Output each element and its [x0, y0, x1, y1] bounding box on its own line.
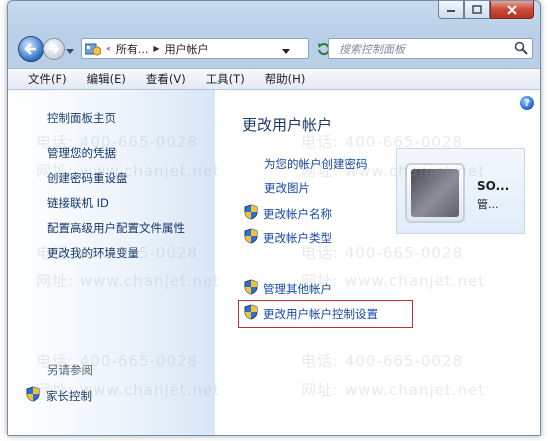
menu-edit[interactable]: 编辑(E) [87, 71, 126, 87]
manage-other-accounts-link[interactable]: 管理其他帐户 [244, 279, 332, 298]
caption-buttons [438, 1, 534, 21]
environment-variables-link[interactable]: 更改我的环境变量 [47, 245, 139, 261]
shield-icon [244, 204, 258, 223]
help-icon[interactable]: ? [520, 96, 534, 110]
change-picture-label: 更改图片 [264, 181, 310, 195]
navigation-bar: « 所有... ▶ 用户帐户 搜索控制面板 [8, 33, 540, 65]
close-icon [507, 4, 517, 15]
change-picture-link[interactable]: 更改图片 [264, 180, 310, 196]
back-button[interactable] [18, 36, 44, 62]
explorer-window: « 所有... ▶ 用户帐户 搜索控制面板 文件(F) 编辑(E) 查看(V) … [7, 0, 541, 436]
forward-button[interactable] [43, 38, 65, 60]
forward-arrow-icon [49, 44, 60, 54]
create-password-link[interactable]: 为您的帐户创建密码 [264, 156, 368, 172]
search-box[interactable]: 搜索控制面板 [328, 38, 533, 59]
content-area: 控制面板主页 管理您的凭据 创建密码重设盘 链接联机 ID 配置高级用户配置文件… [8, 90, 540, 435]
maximize-icon [472, 5, 482, 14]
avatar [405, 163, 465, 223]
address-bar[interactable]: « 所有... ▶ 用户帐户 [81, 38, 309, 59]
close-button[interactable] [490, 1, 534, 19]
change-account-name-label: 更改帐户名称 [263, 206, 332, 221]
create-reset-disk-link[interactable]: 创建密码重设盘 [47, 170, 128, 186]
recent-pages-dropdown[interactable] [66, 44, 74, 58]
menu-file[interactable]: 文件(F) [28, 71, 67, 87]
change-account-type-link[interactable]: 更改帐户类型 [244, 228, 332, 247]
shield-icon [26, 386, 40, 405]
change-account-type-label: 更改帐户类型 [263, 230, 332, 245]
create-password-label: 为您的帐户创建密码 [264, 157, 368, 171]
search-placeholder: 搜索控制面板 [339, 42, 405, 56]
control-panel-home-link[interactable]: 控制面板主页 [47, 110, 116, 126]
uac-settings-link[interactable]: 更改用户帐户控制设置 [244, 304, 378, 323]
shield-icon [244, 279, 258, 298]
menu-tools[interactable]: 工具(T) [206, 71, 245, 87]
manage-credentials-link[interactable]: 管理您的凭据 [47, 145, 116, 161]
user-name: SO... [477, 179, 510, 193]
minimize-button[interactable] [438, 1, 464, 19]
manage-other-accounts-label: 管理其他帐户 [263, 281, 332, 296]
minimize-icon [447, 9, 455, 12]
shield-icon [244, 228, 258, 247]
task-pane: 控制面板主页 管理您的凭据 创建密码重设盘 链接联机 ID 配置高级用户配置文件… [8, 90, 215, 435]
title-bar [8, 1, 540, 31]
address-dropdown[interactable] [282, 45, 290, 58]
watermark-site: 网址: www.chanjet.net [301, 381, 486, 399]
address-separator-icon: ▶ [153, 44, 160, 53]
maximize-button[interactable] [464, 1, 490, 19]
chevron-down-icon [282, 49, 290, 54]
parental-controls-link[interactable]: 家长控制 [26, 386, 92, 405]
address-overflow[interactable]: « [106, 44, 111, 53]
address-segment-user-accounts[interactable]: 用户帐户 [165, 41, 209, 57]
change-account-name-link[interactable]: 更改帐户名称 [244, 204, 332, 223]
parental-controls-label: 家长控制 [46, 388, 92, 403]
control-panel-icon [85, 43, 101, 55]
see-also-heading: 另请参阅 [47, 363, 93, 377]
menu-view[interactable]: 查看(V) [146, 71, 186, 87]
menu-help[interactable]: 帮助(H) [265, 71, 306, 87]
link-online-id-link[interactable]: 链接联机 ID [47, 195, 109, 211]
back-arrow-icon [24, 43, 36, 55]
chevron-down-icon [66, 49, 74, 54]
menu-bar: 文件(F) 编辑(E) 查看(V) 工具(T) 帮助(H) [8, 68, 540, 90]
page-title: 更改用户帐户 [242, 116, 333, 134]
user-account-tile: SO... 管... [396, 148, 525, 234]
address-segment-all[interactable]: 所有... [116, 41, 149, 57]
shield-icon [244, 304, 258, 323]
uac-settings-label: 更改用户帐户控制设置 [263, 306, 378, 321]
search-icon[interactable] [514, 41, 528, 55]
user-role: 管... [477, 198, 499, 211]
watermark-phone: 电话: 400-665-0028 [301, 352, 464, 370]
advanced-profile-link[interactable]: 配置高级用户配置文件属性 [47, 220, 185, 236]
